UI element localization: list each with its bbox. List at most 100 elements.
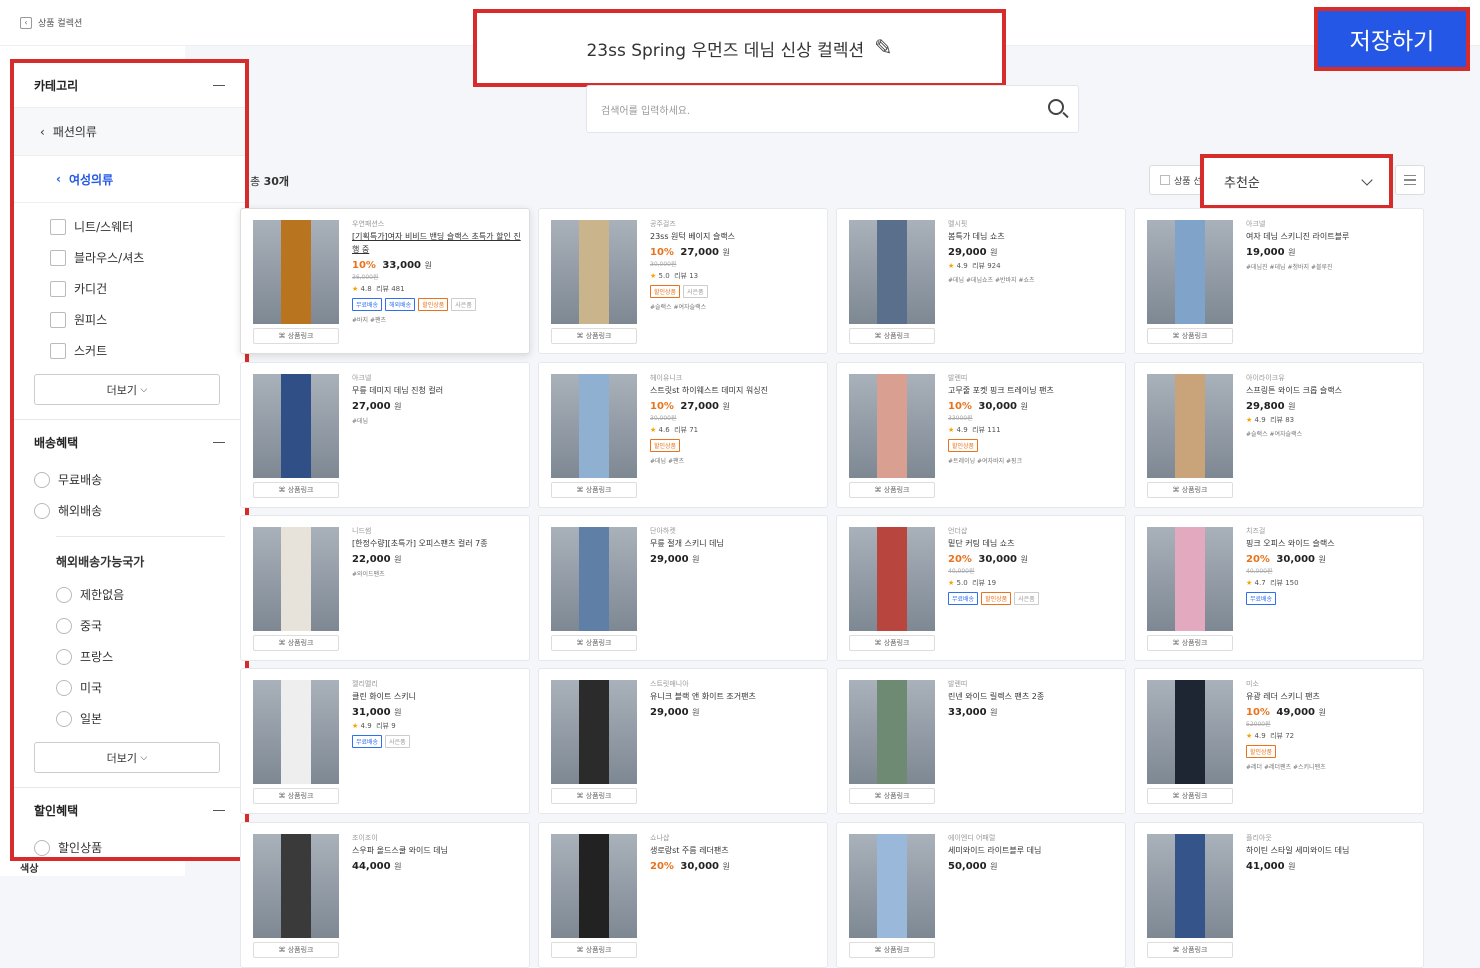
checkbox[interactable] (50, 249, 66, 266)
product-card[interactable]: ⌘ 상품링크 쇼나샵 생로랑st 주름 레더팬츠 20% 30,000 원 (538, 822, 828, 968)
category-crumb-fashion[interactable]: ‹ 패션의류 (14, 107, 245, 155)
product-card[interactable]: ⌘ 상품링크 발렌띠 고무줄 포켓 핑크 트레이닝 팬츠 10% 30,000 … (836, 362, 1126, 508)
radio[interactable] (56, 710, 72, 727)
product-image[interactable] (253, 220, 339, 324)
product-image[interactable] (1147, 220, 1233, 324)
product-card[interactable]: ⌘ 상품링크 니드썸 [한정수량][초특가] 오피스팬츠 컬러 7종 22,00… (240, 515, 530, 661)
product-image[interactable] (1147, 680, 1233, 784)
more-countries-button[interactable]: 더보기 ⌵ (34, 742, 220, 773)
back-button[interactable]: ‹ 상품 컬렉션 (20, 16, 82, 29)
product-image[interactable] (1147, 834, 1233, 938)
checkbox[interactable] (50, 311, 66, 328)
product-image[interactable] (849, 680, 935, 784)
discount-section-header[interactable]: 할인혜택 (14, 788, 245, 832)
country-option[interactable]: 제한없음 (14, 579, 245, 610)
product-card[interactable]: ⌘ 상품링크 발렌띠 린넨 와이드 릴렉스 팬츠 2종 33,000 원 (836, 668, 1126, 814)
product-card[interactable]: ⌘ 상품링크 언더샵 밑단 커팅 데님 쇼츠 20% 30,000 원 40,0… (836, 515, 1126, 661)
product-link-button[interactable]: ⌘ 상품링크 (551, 942, 637, 958)
checkbox[interactable] (50, 218, 66, 235)
product-name[interactable]: 린넨 와이드 릴렉스 팬츠 2종 (948, 690, 1118, 703)
product-card[interactable]: ⌘ 상품링크 아크넬 여자 데님 스키니진 라이트블루 19,000 원 #데님… (1134, 208, 1424, 354)
checkbox[interactable] (1160, 175, 1170, 185)
product-image[interactable] (849, 220, 935, 324)
radio[interactable] (56, 679, 72, 696)
product-link-button[interactable]: ⌘ 상품링크 (1147, 788, 1233, 804)
product-card[interactable]: ⌘ 상품링크 젤리멜리 클린 화이트 스키니 31,000 원 ★ 4.9 리뷰… (240, 668, 530, 814)
category-option[interactable]: 스커트 (14, 335, 245, 366)
product-name[interactable]: 봄특가 데님 쇼츠 (948, 230, 1118, 243)
product-image[interactable] (253, 834, 339, 938)
product-link-button[interactable]: ⌘ 상품링크 (253, 482, 339, 498)
radio[interactable] (34, 502, 50, 519)
pencil-icon[interactable]: ✎ (874, 36, 892, 61)
product-card[interactable]: ⌘ 상품링크 아크넬 무릎 데미지 데님 진청 컬러 27,000 원 #데님 (240, 362, 530, 508)
product-name[interactable]: 핑크 오피스 와이드 슬랙스 (1246, 537, 1416, 550)
color-section-title[interactable]: 색상 (20, 860, 38, 875)
country-option[interactable]: 프랑스 (14, 641, 245, 672)
product-image[interactable] (849, 527, 935, 631)
product-card[interactable]: ⌘ 상품링크 아이라이크유 스프링튼 와이드 크롭 슬랙스 29,800 원 ★… (1134, 362, 1424, 508)
product-card[interactable]: ⌘ 상품링크 우연패션스 [기획특가]여자 비비드 밴딩 슬랙스 초특가 할인 … (240, 208, 530, 354)
country-option[interactable]: 미국 (14, 672, 245, 703)
radio[interactable] (56, 617, 72, 634)
collapse-icon[interactable] (213, 84, 225, 86)
list-view-button[interactable] (1395, 165, 1425, 195)
checkbox[interactable] (50, 342, 66, 359)
radio[interactable] (34, 839, 50, 856)
product-link-button[interactable]: ⌘ 상품링크 (1147, 942, 1233, 958)
product-name[interactable]: [한정수량][초특가] 오피스팬츠 컬러 7종 (352, 537, 522, 550)
product-link-button[interactable]: ⌘ 상품링크 (849, 482, 935, 498)
product-link-button[interactable]: ⌘ 상품링크 (551, 482, 637, 498)
product-image[interactable] (253, 374, 339, 478)
product-link-button[interactable]: ⌘ 상품링크 (253, 942, 339, 958)
collection-title-box[interactable]: 23ss Spring 우먼즈 데님 신상 컬렉션 ✎ (473, 9, 1006, 87)
product-card[interactable]: ⌘ 상품링크 공주걸즈 23ss 원턱 베이지 슬랙스 10% 27,000 원… (538, 208, 828, 354)
radio[interactable] (56, 648, 72, 665)
product-name[interactable]: 유니크 블랙 앤 화이트 조거팬츠 (650, 690, 820, 703)
product-card[interactable]: ⌘ 상품링크 미소 유광 레더 스키니 팬츠 10% 49,000 원 5200… (1134, 668, 1424, 814)
product-image[interactable] (849, 374, 935, 478)
product-image[interactable] (551, 220, 637, 324)
category-option[interactable]: 니트/스웨터 (14, 211, 245, 242)
product-image[interactable] (1147, 374, 1233, 478)
product-image[interactable] (253, 680, 339, 784)
product-card[interactable]: ⌘ 상품링크 플리아웃 하이틴 스타일 세미와이드 데님 41,000 원 (1134, 822, 1424, 968)
product-name[interactable]: 여자 데님 스키니진 라이트블루 (1246, 230, 1416, 243)
product-name[interactable]: 밑단 커팅 데님 쇼츠 (948, 537, 1118, 550)
product-link-button[interactable]: ⌘ 상품링크 (1147, 482, 1233, 498)
product-name[interactable]: 스트릿st 하이웨스트 데미지 워싱진 (650, 384, 820, 397)
category-option[interactable]: 카디건 (14, 273, 245, 304)
product-image[interactable] (849, 834, 935, 938)
product-name[interactable]: 23ss 원턱 베이지 슬랙스 (650, 230, 820, 243)
product-name[interactable]: 스프링튼 와이드 크롭 슬랙스 (1246, 384, 1416, 397)
product-link-button[interactable]: ⌘ 상품링크 (849, 942, 935, 958)
product-name[interactable]: [기획특가]여자 비비드 밴딩 슬랙스 초특가 할인 진행 중 (352, 230, 522, 256)
search-input[interactable]: 검색어를 입력하세요. (586, 85, 1079, 133)
product-card[interactable]: ⌘ 상품링크 에이엔디 어패럴 세미와이드 라이트블루 데님 50,000 원 (836, 822, 1126, 968)
product-name[interactable]: 무릎 데미지 데님 진청 컬러 (352, 384, 522, 397)
sort-dropdown[interactable]: 추천순 (1200, 154, 1393, 209)
product-name[interactable]: 무릎 절개 스키니 데님 (650, 537, 820, 550)
category-crumb-women[interactable]: ‹ 여성의류 (14, 155, 245, 203)
product-link-button[interactable]: ⌘ 상품링크 (253, 788, 339, 804)
country-option[interactable]: 일본 (14, 703, 245, 734)
category-option[interactable]: 블라우스/셔츠 (14, 242, 245, 273)
product-image[interactable] (1147, 527, 1233, 631)
product-link-button[interactable]: ⌘ 상품링크 (849, 635, 935, 651)
product-card[interactable]: ⌘ 상품링크 스트릿매니아 유니크 블랙 앤 화이트 조거팬츠 29,000 원 (538, 668, 828, 814)
product-card[interactable]: ⌘ 상품링크 멜시핏 봄특가 데님 쇼츠 29,000 원 ★ 4.9 리뷰 9… (836, 208, 1126, 354)
discount-option[interactable]: 할인상품 (14, 832, 245, 857)
product-link-button[interactable]: ⌘ 상품링크 (849, 328, 935, 344)
product-name[interactable]: 고무줄 포켓 핑크 트레이닝 팬츠 (948, 384, 1118, 397)
product-link-button[interactable]: ⌘ 상품링크 (849, 788, 935, 804)
category-option[interactable]: 원피스 (14, 304, 245, 335)
shipping-option[interactable]: 무료배송 (14, 464, 245, 495)
product-link-button[interactable]: ⌘ 상품링크 (551, 635, 637, 651)
product-link-button[interactable]: ⌘ 상품링크 (1147, 328, 1233, 344)
product-image[interactable] (253, 527, 339, 631)
radio[interactable] (56, 586, 72, 603)
product-link-button[interactable]: ⌘ 상품링크 (551, 788, 637, 804)
product-name[interactable]: 클린 화이트 스키니 (352, 690, 522, 703)
product-link-button[interactable]: ⌘ 상품링크 (551, 328, 637, 344)
radio[interactable] (34, 471, 50, 488)
